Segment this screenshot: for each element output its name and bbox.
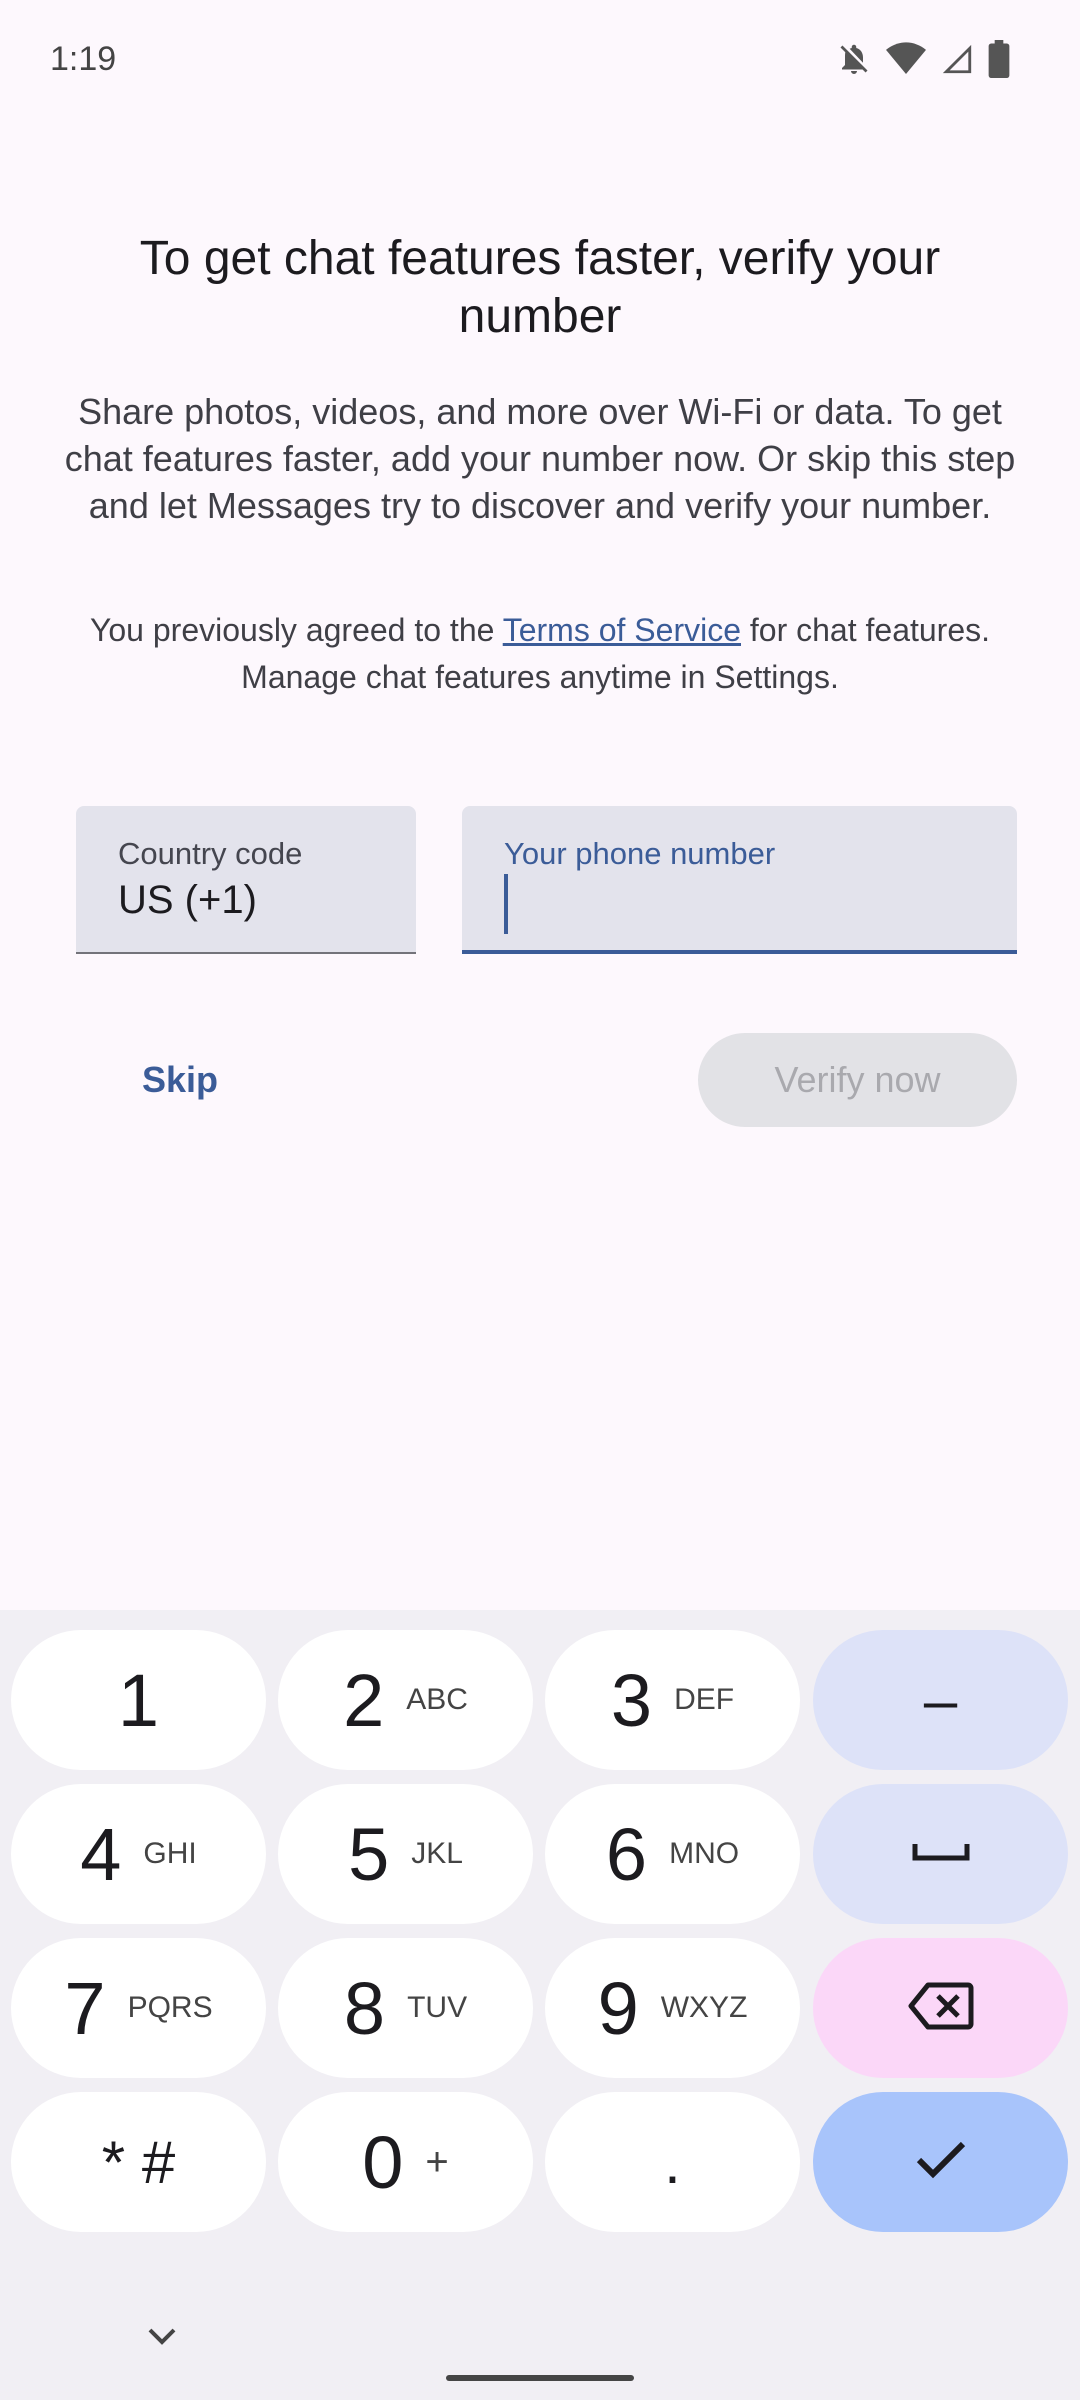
battery-icon (988, 40, 1010, 78)
country-code-value: US (+1) (118, 878, 257, 922)
tos-prefix: You previously agreed to the (89, 612, 503, 648)
key-star-hash[interactable]: * # (11, 2092, 266, 2232)
skip-button[interactable]: Skip (120, 1040, 240, 1120)
phone-number-field[interactable]: Your phone number (462, 806, 1017, 954)
key-letters: PQRS (127, 1991, 213, 2024)
key-digit: 0 (362, 2120, 404, 2204)
key-digit: 3 (610, 1658, 653, 1742)
tos-text: You previously agreed to the Terms of Se… (80, 607, 1000, 701)
key-letters: GHI (143, 1837, 197, 1870)
wifi-icon (886, 41, 926, 77)
key-letters: TUV (407, 1991, 468, 2024)
done-key[interactable] (813, 2092, 1068, 2232)
key-1[interactable]: 1 (11, 1630, 266, 1770)
key-letters: DEF (674, 1683, 735, 1716)
home-indicator[interactable] (446, 2375, 634, 2381)
dash-key[interactable]: – (813, 1630, 1068, 1770)
key-digit: 7 (64, 1966, 106, 2050)
star-hash-glyph: * # (101, 2128, 176, 2196)
key-letters: JKL (411, 1837, 463, 1870)
status-bar: 1:19 (0, 0, 1080, 120)
key-letters: + (425, 2139, 449, 2184)
key-digit: 4 (80, 1812, 122, 1896)
key-4[interactable]: 4 GHI (11, 1784, 266, 1924)
terms-of-service-link[interactable]: Terms of Service (503, 612, 741, 648)
key-2[interactable]: 2 ABC (278, 1630, 533, 1770)
country-code-label: Country code (118, 836, 303, 871)
space-key[interactable] (813, 1784, 1068, 1924)
key-3[interactable]: 3 DEF (545, 1630, 800, 1770)
numeric-keypad: 1 2 ABC 3 DEF – 4 GHI 5 JKL 6 MNO 7 PQRS… (0, 1610, 1080, 2400)
phone-number-label: Your phone number (504, 836, 776, 871)
key-9[interactable]: 9 WXYZ (545, 1938, 800, 2078)
status-time: 1:19 (50, 40, 117, 78)
signal-icon (940, 42, 974, 76)
space-icon (911, 1840, 971, 1869)
description-text: Share photos, videos, and more over Wi-F… (64, 391, 1016, 526)
key-digit: 6 (605, 1812, 648, 1896)
key-letters: WXYZ (660, 1991, 748, 2024)
key-6[interactable]: 6 MNO (545, 1784, 800, 1924)
check-icon (913, 2138, 969, 2187)
verify-now-button[interactable]: Verify now (698, 1033, 1017, 1127)
country-code-field[interactable]: Country code US (+1) (76, 806, 416, 954)
key-0[interactable]: 0 + (278, 2092, 533, 2232)
key-digit: 8 (343, 1966, 386, 2050)
dash-glyph: – (923, 1666, 958, 1734)
backspace-key[interactable] (813, 1938, 1068, 2078)
key-digit: 2 (343, 1658, 385, 1742)
key-digit: 1 (117, 1658, 160, 1742)
text-cursor (504, 874, 508, 934)
page-title: To get chat features faster, verify your… (139, 232, 941, 343)
period-glyph: . (664, 2128, 681, 2196)
key-letters: ABC (406, 1683, 468, 1716)
bell-off-icon (836, 41, 872, 77)
key-period[interactable]: . (545, 2092, 800, 2232)
key-digit: 9 (597, 1966, 639, 2050)
key-7[interactable]: 7 PQRS (11, 1938, 266, 2078)
key-8[interactable]: 8 TUV (278, 1938, 533, 2078)
chevron-down-icon[interactable] (140, 2318, 184, 2354)
status-icons (836, 40, 1010, 78)
key-5[interactable]: 5 JKL (278, 1784, 533, 1924)
backspace-icon (908, 1981, 974, 2036)
key-letters: MNO (669, 1837, 740, 1870)
key-digit: 5 (348, 1812, 390, 1896)
